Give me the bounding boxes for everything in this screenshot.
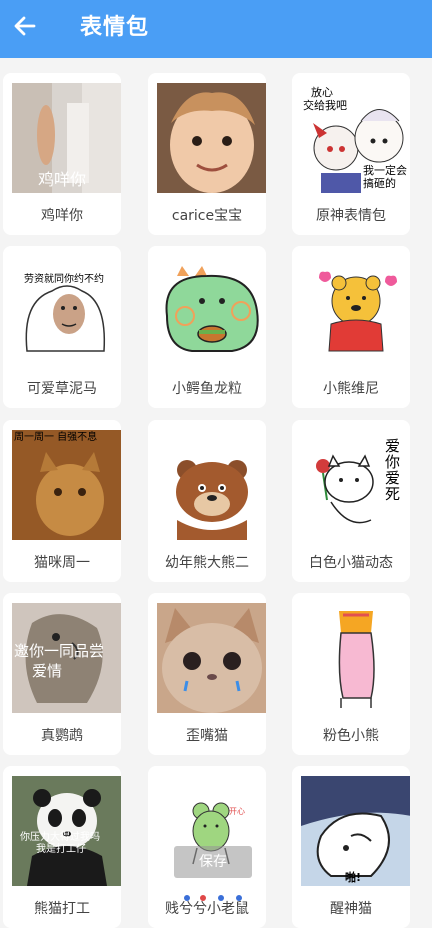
sticker-label: 熊猫打工 (34, 901, 90, 917)
sticker-image (301, 256, 410, 366)
sticker-image: 劳资就同你约不约 (12, 256, 121, 366)
loading-dots (178, 895, 248, 905)
sticker-card[interactable]: 小熊维尼 (292, 246, 410, 408)
sticker-label: 小鳄鱼龙粒 (172, 381, 242, 397)
dot-icon (184, 895, 190, 901)
save-button[interactable]: 保存 (174, 846, 252, 878)
sticker-image: 放心 交给我吧 我一定会 搞砸的 (301, 83, 410, 193)
arrow-left-icon (14, 16, 36, 36)
sticker-label: 鸡咩你 (41, 208, 83, 224)
sticker-image: 周一周一 自强不息 (12, 430, 121, 540)
sticker-label: 猫咪周一 (34, 555, 90, 571)
sticker-caption: 我一定会 (363, 164, 407, 177)
sticker-caption: 你压力大得过我吗 (20, 832, 100, 843)
sticker-image: 邀你一同品尝 爱情 (12, 603, 121, 713)
sticker-caption: 啪! (345, 871, 362, 884)
sticker-caption: 我是打工仔 (36, 844, 86, 855)
sticker-card[interactable]: 鸡咩你 鸡咩你 (3, 73, 121, 235)
sticker-caption: 放心 (311, 86, 333, 99)
sticker-card[interactable]: 粉色小熊 (292, 593, 410, 755)
sticker-image (301, 603, 410, 713)
sticker-card[interactable]: 你压力大得过我吗 我是打工仔 熊猫打工 (3, 766, 121, 928)
page-title: 表情包 (80, 15, 150, 40)
sticker-label: 原神表情包 (316, 208, 386, 224)
dot-icon (200, 895, 206, 901)
sticker-label: 粉色小熊 (323, 728, 379, 744)
sticker-card[interactable]: 放心 交给我吧 我一定会 搞砸的 原神表情包 (292, 73, 410, 235)
sticker-caption: 劳资就同你约不约 (24, 274, 104, 285)
sticker-card[interactable]: 啪! 醒神猫 (292, 766, 410, 928)
sticker-caption: 爱你爱死 (385, 437, 401, 503)
sticker-label: 幼年熊大熊二 (165, 555, 249, 571)
sticker-caption: 搞砸的 (363, 177, 396, 190)
sticker-card[interactable]: carice宝宝 (148, 73, 266, 235)
sticker-label: 真鹦鹉 (41, 728, 83, 744)
sticker-card[interactable]: 爱你爱死 白色小猫动态 (292, 420, 410, 582)
sticker-image: 啪! (301, 776, 410, 886)
sticker-caption: 交给我吧 (303, 99, 347, 112)
sticker-image (157, 603, 266, 713)
sticker-caption: 开心 (229, 807, 245, 816)
dot-icon (236, 895, 242, 901)
sticker-caption: 爱情 (32, 662, 63, 680)
sticker-label: 白色小猫动态 (309, 555, 393, 571)
sticker-card[interactable]: 歪嘴猫 (148, 593, 266, 755)
sticker-label: 可爱草泥马 (27, 381, 97, 397)
sticker-image: 鸡咩你 (12, 83, 121, 193)
sticker-card[interactable]: 幼年熊大熊二 (148, 420, 266, 582)
sticker-image (157, 83, 266, 193)
dot-icon (218, 895, 224, 901)
sticker-card[interactable]: 邀你一同品尝 爱情 真鹦鹉 (3, 593, 121, 755)
sticker-card[interactable]: 劳资就同你约不约 可爱草泥马 (3, 246, 121, 408)
sticker-card[interactable]: 周一周一 自强不息 猫咪周一 (3, 420, 121, 582)
back-button[interactable] (12, 13, 38, 39)
sticker-label: 醒神猫 (330, 901, 372, 917)
sticker-caption: 鸡咩你 (38, 170, 87, 189)
sticker-image (157, 256, 266, 366)
sticker-label: 小熊维尼 (323, 381, 379, 397)
sticker-image: 你压力大得过我吗 我是打工仔 (12, 776, 121, 886)
app-bar: 表情包 (0, 0, 432, 58)
sticker-caption: 周一周一 自强不息 (14, 432, 98, 443)
sticker-image (157, 430, 266, 540)
sticker-card[interactable]: 小鳄鱼龙粒 (148, 246, 266, 408)
sticker-image: 爱你爱死 (301, 430, 410, 540)
sticker-label: 歪嘴猫 (186, 728, 228, 744)
sticker-caption: 邀你一同品尝 (14, 642, 105, 660)
sticker-label: carice宝宝 (171, 208, 243, 224)
